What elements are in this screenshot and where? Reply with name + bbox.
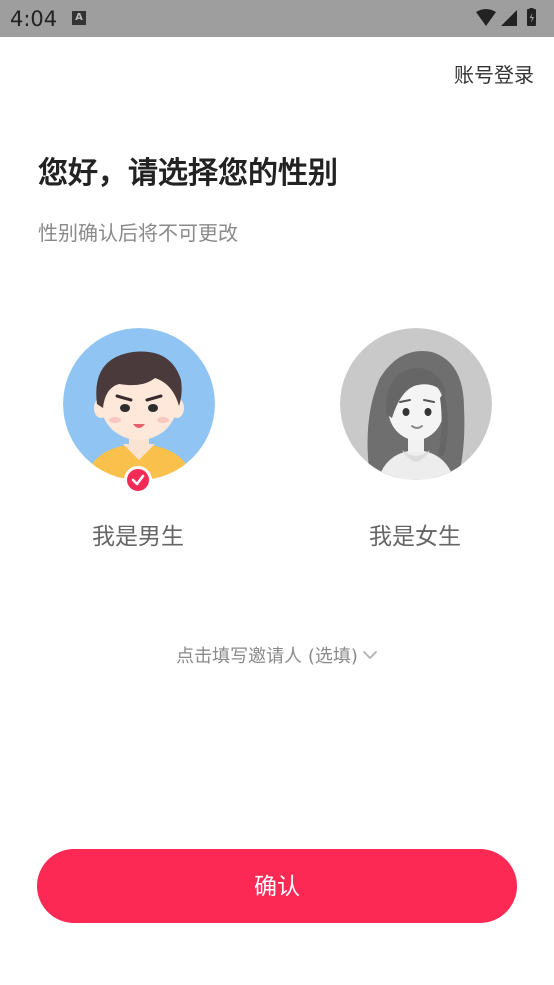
status-time: 4:04 — [10, 7, 58, 31]
page-title: 您好，请选择您的性别 — [38, 156, 338, 191]
a-icon: A — [72, 11, 86, 25]
inviter-field[interactable]: 点击填写邀请人 (选填) — [0, 645, 554, 669]
status-icons — [474, 8, 544, 28]
gender-option-male[interactable]: 我是男生 — [38, 328, 238, 558]
gender-label-female: 我是女生 — [369, 524, 461, 550]
signal-icon — [501, 10, 517, 26]
gender-label-male: 我是男生 — [92, 524, 184, 550]
male-avatar — [63, 328, 215, 480]
inviter-label: 点击填写邀请人 (选填) — [176, 646, 358, 667]
account-login-link[interactable]: 账号登录 — [454, 62, 534, 88]
battery-icon — [527, 8, 536, 26]
gender-option-female[interactable]: 我是女生 — [315, 328, 515, 558]
female-avatar — [340, 328, 492, 480]
chevron-down-icon — [362, 644, 378, 668]
status-bar: 4:04 A — [0, 0, 554, 37]
page-subtitle: 性别确认后将不可更改 — [38, 221, 238, 245]
selected-check-icon — [124, 466, 152, 494]
wifi-icon — [476, 9, 496, 26]
confirm-button[interactable]: 确认 — [37, 849, 517, 923]
